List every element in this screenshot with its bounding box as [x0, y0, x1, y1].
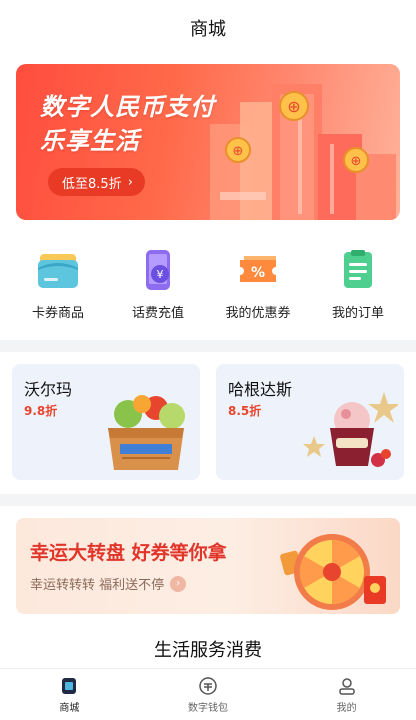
quick-entry-card-coupons[interactable]: 卡券商品 — [13, 248, 103, 328]
section-divider — [0, 340, 416, 352]
lucky-wheel-subtitle-text: 幸运转转转 福利送不停 — [30, 578, 165, 593]
merchant-discount: 9.8折 — [24, 404, 58, 418]
tab-label: 数字钱包 — [187, 702, 228, 714]
tab-label: 我的 — [336, 702, 357, 714]
grocery-basket-icon — [108, 395, 185, 470]
merchant-discount: 8.5折 — [228, 404, 262, 418]
svg-text:¥: ¥ — [157, 268, 164, 281]
ice-cream-icon — [303, 392, 398, 467]
lucky-wheel-title: 幸运大转盘 好券等你拿 — [30, 542, 227, 564]
discount-coupon-icon: % — [240, 256, 276, 282]
order-list-icon — [344, 250, 372, 288]
tab-mall[interactable]: 商城 — [19, 676, 119, 714]
quick-entry-label: 卡券商品 — [31, 306, 84, 321]
svg-text:⊕: ⊕ — [287, 97, 300, 116]
quick-entry-my-coupons[interactable]: % 我的优惠券 — [213, 248, 303, 328]
tab-wallet[interactable]: 数字钱包 — [158, 676, 258, 714]
page-title-text: 商城 — [190, 19, 226, 40]
banner-cta-label: 低至8.5折 — [62, 176, 122, 192]
promo-banner[interactable]: ⊕ ⊕ ⊕ 数字人民币支付 乐享生活 低至8.5折 › — [16, 64, 400, 220]
banner-line-1: 数字人民币支付 — [40, 93, 215, 121]
quick-entry-label: 话费充值 — [131, 306, 184, 321]
lucky-wheel-banner[interactable]: 幸运大转盘 好券等你拿 幸运转转转 福利送不停 › — [16, 518, 400, 614]
merchant-card-haagen-dazs[interactable]: 哈根达斯 8.5折 — [216, 364, 404, 480]
merchant-card-walmart[interactable]: 沃尔玛 9.8折 — [12, 364, 200, 480]
banner-line-2: 乐享生活 — [40, 127, 140, 155]
page-title: 商城 — [0, 0, 416, 56]
quick-entry-phone-recharge[interactable]: ¥ 话费充值 — [113, 248, 203, 328]
section-heading-text: 生活服务消费 — [154, 640, 262, 661]
svg-text:⊕: ⊕ — [233, 144, 244, 159]
profile-icon — [338, 677, 355, 695]
banner-headline: 数字人民币支付 乐享生活 — [40, 90, 215, 158]
merchant-name: 哈根达斯 — [228, 380, 293, 399]
arrow-right-icon: › — [170, 575, 187, 592]
section-divider — [0, 494, 416, 506]
prize-wheel-icon — [280, 534, 386, 610]
section-heading-life-services: 生活服务消费 — [0, 636, 416, 662]
quick-entry-my-orders[interactable]: 我的订单 — [313, 248, 403, 328]
banner-cta-button[interactable]: 低至8.5折 › — [48, 168, 145, 196]
svg-text:⊕: ⊕ — [351, 154, 362, 169]
phone-recharge-icon: ¥ — [146, 250, 170, 290]
tab-profile[interactable]: 我的 — [297, 676, 397, 714]
merchant-name: 沃尔玛 — [24, 380, 73, 399]
card-coupon-icon — [38, 254, 78, 288]
mall-icon — [62, 677, 77, 694]
lucky-wheel-subtitle: 幸运转转转 福利送不停 › — [30, 574, 187, 593]
wallet-icon — [199, 676, 217, 695]
quick-entry-label: 我的订单 — [331, 306, 384, 321]
bottom-tab-bar: 商城 数字钱包 我的 — [0, 668, 416, 720]
chevron-right-icon: › — [127, 174, 133, 190]
quick-entry-label: 我的优惠券 — [225, 306, 291, 321]
tab-label: 商城 — [59, 702, 80, 714]
quick-entry-row: 卡券商品 ¥ 话费充值 % 我的优惠券 我的订单 — [0, 248, 416, 328]
svg-text:%: % — [251, 265, 265, 281]
